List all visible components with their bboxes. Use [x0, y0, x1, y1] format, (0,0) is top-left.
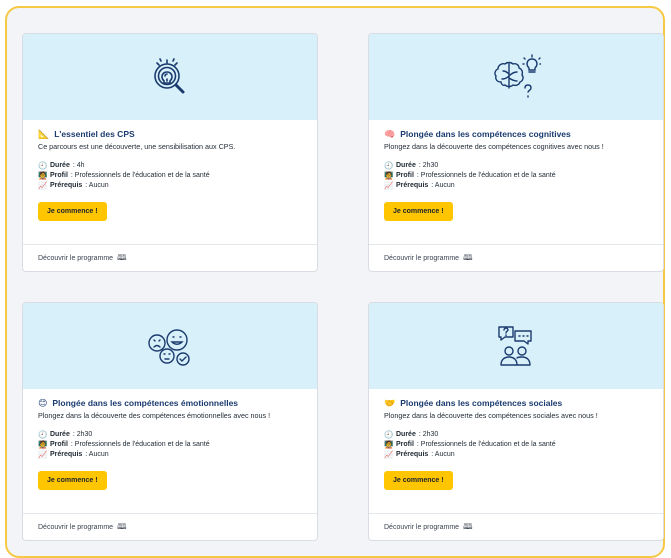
clock-icon: 🕘	[384, 161, 394, 171]
book-icon: 🕮	[117, 253, 127, 262]
start-button[interactable]: Je commence !	[38, 471, 107, 490]
start-button[interactable]: Je commence !	[38, 202, 107, 221]
profile-row: 🧑‍🏫 Profil : Professionnels de l'éducati…	[38, 171, 303, 181]
chart-icon: 📈	[384, 181, 394, 191]
profile-value: : Professionnels de l'éducation et de la…	[70, 172, 210, 179]
duration-label: Durée	[50, 431, 70, 438]
course-card-cognitives: 🧠 Plongée dans les compétences cognitive…	[368, 33, 664, 272]
person-icon: 🧑‍🏫	[384, 171, 394, 181]
card-hero	[369, 34, 663, 120]
card-title: 🤝 Plongée dans les compétences sociales	[384, 398, 649, 408]
clock-icon: 🕘	[38, 161, 48, 171]
duration-label: Durée	[50, 162, 70, 169]
course-card-emotionnelles: 😊 Plongée dans les compétences émotionne…	[22, 302, 318, 541]
duration-value: : 2h30	[72, 431, 93, 438]
set-square-icon: 📐	[38, 128, 50, 139]
start-button[interactable]: Je commence !	[384, 471, 453, 490]
duration-row: 🕘 Durée : 2h30	[38, 430, 303, 440]
card-hero	[369, 303, 663, 389]
profile-value: : Professionnels de l'éducation et de la…	[416, 441, 556, 448]
profile-label: Profil	[396, 441, 414, 448]
prereq-row: 📈 Prérequis : Aucun	[384, 181, 649, 191]
profile-value: : Professionnels de l'éducation et de la…	[70, 441, 210, 448]
chart-icon: 📈	[384, 450, 394, 460]
prereq-value: : Aucun	[431, 182, 455, 189]
discover-program-text: Découvrir le programme	[384, 254, 460, 262]
book-icon: 🕮	[463, 522, 473, 531]
duration-row: 🕘 Durée : 2h30	[384, 430, 649, 440]
discover-program-link[interactable]: Découvrir le programme 🕮	[369, 244, 663, 271]
emotion-faces-icon	[148, 329, 190, 366]
discover-program-text: Découvrir le programme	[38, 254, 114, 262]
prereq-row: 📈 Prérequis : Aucun	[38, 181, 303, 191]
card-title-text: L'essentiel des CPS	[54, 129, 135, 139]
people-chat-icon	[498, 326, 532, 366]
start-button[interactable]: Je commence !	[384, 202, 453, 221]
duration-label: Durée	[396, 162, 416, 169]
card-title-text: Plongée dans les compétences émotionnell…	[52, 398, 239, 408]
person-icon: 🧑‍🏫	[38, 440, 48, 450]
prereq-label: Prérequis	[50, 182, 83, 189]
prereq-value: : Aucun	[431, 451, 455, 458]
chart-icon: 📈	[38, 181, 48, 191]
duration-value: : 2h30	[418, 431, 439, 438]
prereq-row: 📈 Prérequis : Aucun	[38, 450, 303, 460]
prereq-label: Prérequis	[396, 182, 429, 189]
duration-value: : 2h30	[418, 162, 439, 169]
brain-magnifier-icon	[154, 58, 185, 94]
prereq-label: Prérequis	[50, 451, 83, 458]
duration-label: Durée	[396, 431, 416, 438]
card-description: Ce parcours est une découverte, une sens…	[38, 142, 236, 151]
course-card-sociales: 🤝 Plongée dans les compétences sociales …	[368, 302, 664, 541]
chart-icon: 📈	[38, 450, 48, 460]
card-title: 🧠 Plongée dans les compétences cognitive…	[384, 129, 649, 139]
discover-program-text: Découvrir le programme	[384, 523, 460, 531]
prereq-label: Prérequis	[396, 451, 429, 458]
duration-row: 🕘 Durée : 2h30	[384, 161, 649, 171]
book-icon: 🕮	[117, 522, 127, 531]
prereq-row: 📈 Prérequis : Aucun	[384, 450, 649, 460]
course-card-essentiel: 📐 L'essentiel des CPS Ce parcours est un…	[22, 33, 318, 272]
person-icon: 🧑‍🏫	[38, 171, 48, 181]
discover-program-link[interactable]: Découvrir le programme 🕮	[23, 513, 317, 540]
course-grid-frame: 📐 L'essentiel des CPS Ce parcours est un…	[5, 6, 665, 558]
prereq-value: : Aucun	[85, 182, 109, 189]
card-description: Plongez dans la découverte des compétenc…	[384, 142, 604, 151]
brain-icon: 🧠	[384, 128, 396, 139]
profile-value: : Professionnels de l'éducation et de la…	[416, 172, 556, 179]
card-title-text: Plongée dans les compétences sociales	[400, 398, 563, 408]
profile-row: 🧑‍🏫 Profil : Professionnels de l'éducati…	[384, 440, 649, 450]
profile-label: Profil	[50, 441, 68, 448]
discover-program-link[interactable]: Découvrir le programme 🕮	[23, 244, 317, 271]
card-title: 😊 Plongée dans les compétences émotionne…	[38, 398, 303, 408]
handshake-icon: 🤝	[384, 397, 396, 408]
profile-row: 🧑‍🏫 Profil : Professionnels de l'éducati…	[38, 440, 303, 450]
card-title: 📐 L'essentiel des CPS	[38, 129, 303, 139]
person-icon: 🧑‍🏫	[384, 440, 394, 450]
duration-row: 🕘 Durée : 4h	[38, 161, 303, 171]
duration-value: : 4h	[72, 162, 85, 169]
card-description: Plongez dans la découverte des compétenc…	[38, 411, 271, 420]
prereq-value: : Aucun	[85, 451, 109, 458]
brain-lightbulb-icon	[494, 54, 541, 98]
profile-row: 🧑‍🏫 Profil : Professionnels de l'éducati…	[384, 171, 649, 181]
discover-program-text: Découvrir le programme	[38, 523, 114, 531]
card-hero	[23, 34, 317, 120]
profile-label: Profil	[396, 172, 414, 179]
smile-icon: 😊	[38, 397, 48, 408]
clock-icon: 🕘	[38, 430, 48, 440]
discover-program-link[interactable]: Découvrir le programme 🕮	[369, 513, 663, 540]
profile-label: Profil	[50, 172, 68, 179]
card-description: Plongez dans la découverte des compétenc…	[384, 411, 598, 420]
clock-icon: 🕘	[384, 430, 394, 440]
card-hero	[23, 303, 317, 389]
book-icon: 🕮	[463, 253, 473, 262]
card-title-text: Plongée dans les compétences cognitives	[400, 129, 571, 139]
